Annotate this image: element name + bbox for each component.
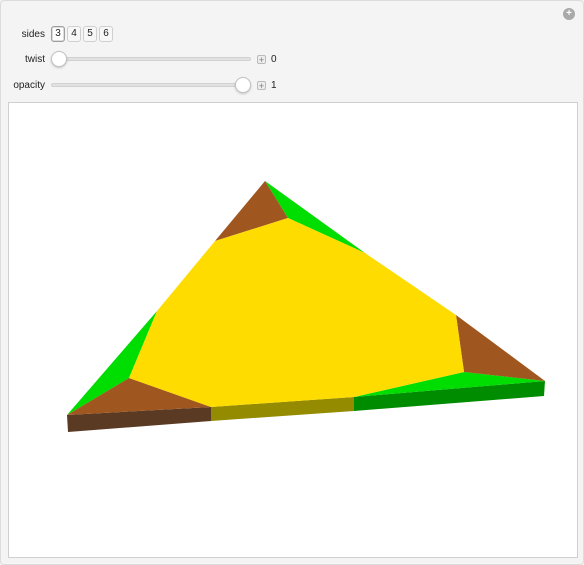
sides-label: sides [21,28,45,40]
graphics-3d-canvas[interactable] [8,102,578,558]
opacity-slider-track [51,83,251,87]
brown-corner-right [456,315,545,381]
sides-option-3[interactable]: 3 [51,26,65,42]
opacity-slider-thumb[interactable] [235,77,251,93]
opacity-label: opacity [13,79,45,91]
opacity-control: opacity + 1 [5,76,277,94]
twist-value: 0 [271,53,277,65]
yellow-center-face [129,218,464,407]
twist-label: twist [25,53,45,65]
twist-control: twist + 0 [5,50,277,68]
sides-option-4[interactable]: 4 [67,26,81,42]
opacity-slider[interactable] [51,76,251,94]
sides-option-6[interactable]: 6 [99,26,113,42]
sides-control: sides 3 4 5 6 [5,25,113,43]
sides-option-5[interactable]: 5 [83,26,97,42]
twisted-polygon-graphic [67,181,545,432]
twist-slider-thumb[interactable] [51,51,67,67]
twist-slider-track [51,57,251,61]
plus-circle-icon[interactable]: + [563,8,575,20]
plus-square-icon[interactable]: + [257,54,266,64]
plus-square-icon[interactable]: + [257,80,266,90]
sides-setter-bar: 3 4 5 6 [51,26,113,42]
twist-slider[interactable] [51,50,251,68]
opacity-value: 1 [271,79,277,91]
manipulate-panel: + sides 3 4 5 6 twist + 0 opacity + 1 [0,0,584,565]
